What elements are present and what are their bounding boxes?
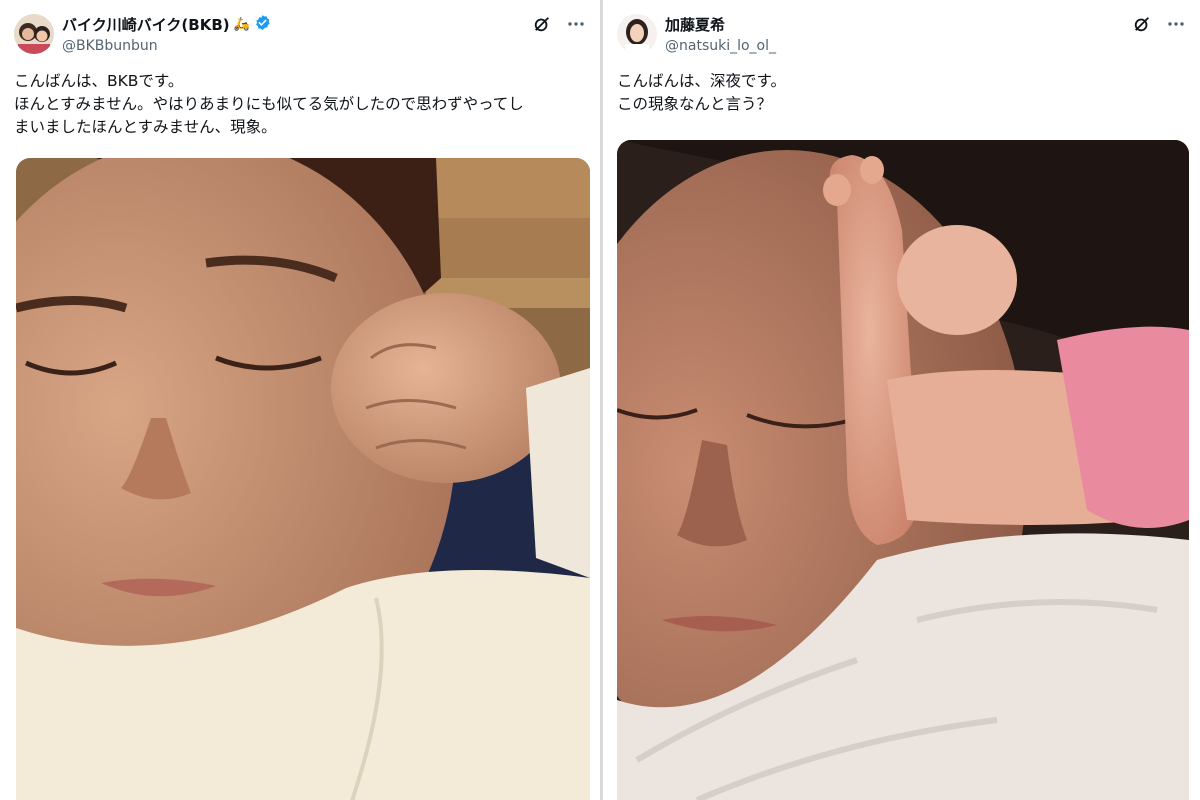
display-name[interactable]: バイク川崎バイク(BKB) <box>62 14 230 35</box>
grok-icon[interactable] <box>1132 14 1152 34</box>
photo-woman-sleeping-with-baby <box>617 140 1189 800</box>
screenshot-stage: バイク川崎バイク(BKB) 🛵 @BKBbunbun こんばんは、BKBです。 … <box>0 0 1200 800</box>
tweet-text: こんばんは、深夜です。 この現象なんと言う？ <box>617 70 1190 116</box>
tweet-photo[interactable] <box>16 158 590 800</box>
tweet-header: バイク川崎バイク(BKB) 🛵 @BKBbunbun <box>14 10 586 58</box>
more-icon[interactable] <box>566 14 586 34</box>
tweet-text: こんばんは、BKBです。 ほんとすみません。やはりあまりにも似てる気がしたので思… <box>14 70 590 139</box>
handle[interactable]: @natsuki_lo_ol_ <box>665 38 776 54</box>
tweet-actions <box>1132 14 1186 34</box>
tweet-photo[interactable] <box>617 140 1189 800</box>
grok-icon[interactable] <box>532 14 552 34</box>
tweet-card-natsuki: 加藤夏希 @natsuki_lo_ol_ こんばんは、深夜です。 この現象なんと… <box>603 0 1200 800</box>
more-icon[interactable] <box>1166 14 1186 34</box>
avatar-image <box>14 14 54 54</box>
verified-badge-icon <box>254 14 271 35</box>
tweet-line: この現象なんと言う？ <box>617 95 773 113</box>
avatar[interactable] <box>617 14 657 54</box>
handle[interactable]: @BKBbunbun <box>62 38 158 54</box>
display-name[interactable]: 加藤夏希 <box>665 14 725 35</box>
name-row: 加藤夏希 <box>665 14 725 35</box>
tweet-line: こんばんは、深夜です。 <box>617 72 786 90</box>
tweet-card-bkb: バイク川崎バイク(BKB) 🛵 @BKBbunbun こんばんは、BKBです。 … <box>0 0 600 800</box>
tweet-header: 加藤夏希 @natsuki_lo_ol_ <box>617 10 1186 58</box>
tweet-actions <box>532 14 586 34</box>
tweet-line: まいましたほんとすみません、現象。 <box>14 118 277 136</box>
avatar[interactable] <box>14 14 54 54</box>
name-row: バイク川崎バイク(BKB) 🛵 <box>62 14 271 35</box>
tweet-line: こんばんは、BKBです。 <box>14 72 184 90</box>
scooter-emoji: 🛵 <box>233 17 250 32</box>
tweet-line: ほんとすみません。やはりあまりにも似てる気がしたので思わずやってし <box>14 95 524 113</box>
photo-man-sleeping <box>16 158 590 800</box>
avatar-image <box>617 14 657 54</box>
